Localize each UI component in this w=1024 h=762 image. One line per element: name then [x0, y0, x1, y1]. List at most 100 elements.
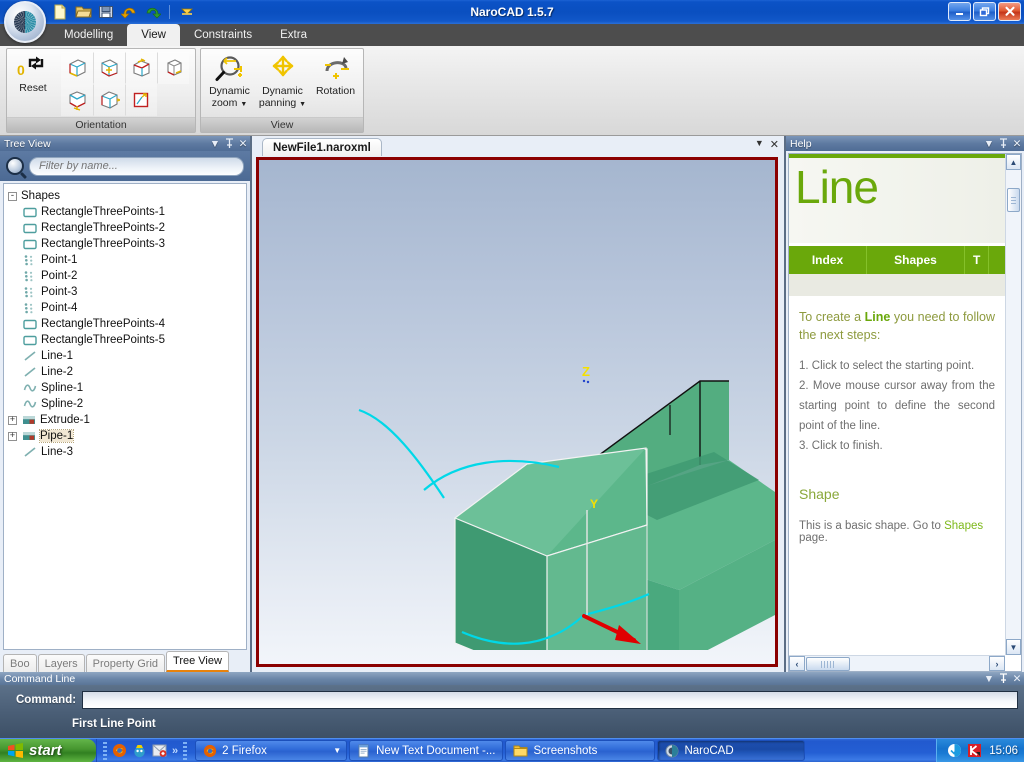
open-file-icon[interactable] — [73, 3, 93, 22]
document-tab-menu-icon[interactable]: ▼ — [755, 138, 764, 151]
help-vscroll-thumb[interactable] — [1007, 188, 1020, 212]
help-shapes-link[interactable]: Shapes — [944, 520, 983, 532]
scroll-down-icon[interactable]: ▼ — [1006, 639, 1021, 655]
tab-property-grid[interactable]: Property Grid — [85, 654, 166, 672]
customize-toolbar-icon[interactable] — [177, 3, 197, 22]
quick-launch-separator-grip-icon[interactable] — [183, 741, 188, 760]
dynamic-zoom-dropdown-icon[interactable]: ▼ — [240, 101, 247, 108]
help-horizontal-scrollbar[interactable]: ‹ › — [789, 655, 1005, 671]
tree-node-spline-2[interactable]: Spline-2 — [8, 396, 246, 412]
save-file-icon[interactable] — [96, 3, 116, 22]
expander-icon[interactable]: - — [8, 191, 17, 201]
tab-layers[interactable]: Layers — [37, 654, 85, 672]
right-view-icon[interactable] — [93, 84, 125, 116]
dynamic-panning-button[interactable]: Dynamic panning ▼ — [256, 49, 309, 117]
scroll-right-icon[interactable]: › — [989, 656, 1005, 671]
taskbar-clock[interactable]: 15:06 — [987, 745, 1018, 757]
help-hscroll-thumb[interactable] — [806, 656, 850, 671]
firefox-quicklaunch-icon[interactable] — [112, 743, 127, 758]
search-icon[interactable] — [6, 157, 24, 175]
tree-node-rectanglethreepoints-1[interactable]: RectangleThreePoints-1 — [8, 204, 246, 220]
tree-node-line-1[interactable]: Line-1 — [8, 348, 246, 364]
redo-icon[interactable] — [142, 3, 162, 22]
start-button[interactable]: start — [0, 738, 96, 762]
taskbar-task-screenshots[interactable]: Screenshots — [505, 740, 656, 761]
expander-icon[interactable]: + — [8, 431, 17, 441]
tree-node-point-1[interactable]: Point-1 — [8, 252, 246, 268]
tree-view-list[interactable]: - Shapes RectangleThreePoints-1 Rectangle… — [3, 183, 247, 650]
tree-node-rectanglethreepoints-4[interactable]: RectangleThreePoints-4 — [8, 316, 246, 332]
tree-node-line-3[interactable]: Line-3 — [8, 444, 246, 460]
command-line-close-icon[interactable]: ✕ — [1010, 672, 1024, 685]
scroll-up-icon[interactable]: ▲ — [1006, 154, 1021, 170]
tree-node-pipe-1[interactable]: + Pipe-1 — [8, 428, 246, 444]
dynamic-zoom-button[interactable]: Dynamic zoom ▼ — [203, 49, 256, 117]
top-view-icon[interactable] — [125, 52, 157, 84]
tree-node-label: Line-1 — [41, 350, 73, 362]
help-title-bar: Help ▼ ✕ — [786, 136, 1024, 151]
document-tab-close-icon[interactable]: ✕ — [770, 138, 779, 151]
3d-viewport[interactable]: Z Y — [256, 157, 778, 667]
tree-node-line-2[interactable]: Line-2 — [8, 364, 246, 380]
command-line-pin-icon[interactable] — [996, 672, 1010, 685]
help-nav-shapes[interactable]: Shapes — [867, 246, 965, 274]
help-nav-index[interactable]: Index — [789, 246, 867, 274]
kaspersky-tray-icon[interactable] — [967, 743, 982, 758]
command-input[interactable] — [82, 691, 1018, 709]
tree-node-point-4[interactable]: Point-4 — [8, 300, 246, 316]
bottom-view-icon[interactable] — [157, 52, 189, 84]
tree-view-close-icon[interactable]: ✕ — [236, 137, 250, 150]
help-menu-icon[interactable]: ▼ — [982, 137, 996, 150]
work-area: Tree View ▼ ✕ - Shapes RectangleThreePoi… — [0, 136, 1024, 672]
taskbar-task-firefox[interactable]: 2 Firefox ▼ — [195, 740, 348, 761]
emule-quicklaunch-icon[interactable] — [132, 743, 147, 758]
expander-icon[interactable]: + — [8, 415, 17, 425]
outlook-quicklaunch-icon[interactable] — [152, 743, 167, 758]
dynamic-panning-dropdown-icon[interactable]: ▼ — [299, 101, 306, 108]
taskbar-task-caret-icon[interactable]: ▼ — [333, 746, 341, 755]
front-view-icon[interactable] — [61, 52, 93, 84]
tree-view-menu-icon[interactable]: ▼ — [208, 137, 222, 150]
restore-button[interactable] — [973, 2, 996, 21]
new-file-icon[interactable] — [50, 3, 70, 22]
filter-input[interactable] — [29, 156, 244, 176]
quick-launch-grip-icon[interactable] — [103, 741, 107, 760]
tab-constraints[interactable]: Constraints — [180, 24, 266, 46]
tree-node-spline-1[interactable]: Spline-1 — [8, 380, 246, 396]
tab-view[interactable]: View — [127, 24, 180, 46]
tree-node-point-2[interactable]: Point-2 — [8, 268, 246, 284]
tab-boo[interactable]: Boo — [3, 654, 37, 672]
help-close-icon[interactable]: ✕ — [1010, 137, 1024, 150]
axonometric-view-icon[interactable] — [125, 84, 157, 116]
reset-button[interactable]: 0 Reset — [7, 49, 59, 117]
quicklaunch-overflow-icon[interactable]: » — [172, 745, 178, 757]
tree-node-point-3[interactable]: Point-3 — [8, 284, 246, 300]
help-nav-truncated[interactable]: T — [965, 246, 990, 274]
tab-modelling[interactable]: Modelling — [50, 24, 127, 46]
back-view-icon[interactable] — [93, 52, 125, 84]
left-view-icon[interactable] — [61, 84, 93, 116]
tab-tree-view[interactable]: Tree View — [166, 651, 229, 672]
tree-node-rectanglethreepoints-5[interactable]: RectangleThreePoints-5 — [8, 332, 246, 348]
tab-extra[interactable]: Extra — [266, 24, 321, 46]
document-tab[interactable]: NewFile1.naroxml — [262, 138, 382, 156]
help-vertical-scrollbar[interactable]: ▲ ▼ — [1005, 154, 1021, 655]
close-button[interactable] — [998, 2, 1021, 21]
undo-icon[interactable] — [119, 3, 139, 22]
help-pin-icon[interactable] — [996, 137, 1010, 150]
taskbar-task-notepad[interactable]: New Text Document -... — [349, 740, 504, 761]
tree-node-extrude-1[interactable]: + Extrude-1 — [8, 412, 246, 428]
scroll-left-icon[interactable]: ‹ — [789, 656, 805, 671]
messenger-tray-icon[interactable] — [947, 743, 962, 758]
help-paragraph-before: This is a basic shape. Go to — [799, 520, 945, 532]
point-icon — [22, 269, 38, 283]
tree-node-rectanglethreepoints-2[interactable]: RectangleThreePoints-2 — [8, 220, 246, 236]
rotation-button[interactable]: Rotation — [309, 49, 362, 117]
taskbar-task-narocad[interactable]: NaroCAD — [657, 740, 806, 761]
application-menu-orb[interactable] — [4, 1, 46, 43]
tree-node-shapes-root[interactable]: - Shapes — [8, 188, 246, 204]
command-line-menu-icon[interactable]: ▼ — [982, 672, 996, 685]
minimize-button[interactable] — [948, 2, 971, 21]
tree-view-pin-icon[interactable] — [222, 137, 236, 150]
tree-node-rectanglethreepoints-3[interactable]: RectangleThreePoints-3 — [8, 236, 246, 252]
